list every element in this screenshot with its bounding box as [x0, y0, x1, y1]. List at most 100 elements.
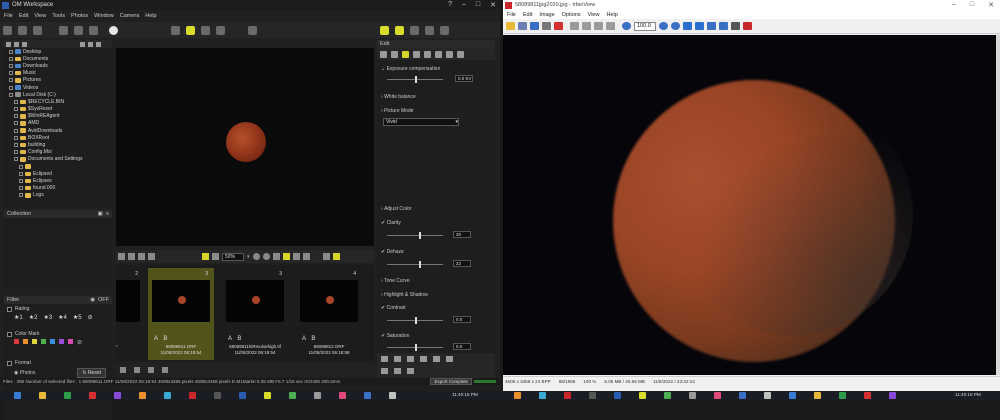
expand-toggle-icon[interactable]	[14, 157, 18, 162]
color-mark-checkbox[interactable]	[7, 331, 12, 337]
zoom-in-icon[interactable]	[659, 22, 668, 30]
image-viewer[interactable]	[116, 48, 374, 246]
rating-checkbox[interactable]	[7, 306, 12, 312]
grid-view-icon[interactable]	[171, 25, 180, 35]
taskbar-app-icon[interactable]	[839, 392, 846, 399]
taskbar-app-icon[interactable]	[239, 392, 246, 399]
expand-toggle-icon[interactable]	[9, 63, 13, 68]
fit-icon[interactable]	[118, 253, 125, 260]
tree-item[interactable]	[4, 163, 112, 170]
expand-toggle-icon[interactable]	[19, 178, 23, 183]
undo-icon[interactable]	[381, 356, 388, 362]
stop-icon[interactable]	[248, 25, 257, 35]
tree-item[interactable]: Documents	[4, 55, 112, 62]
add-collection-icon[interactable]: ▣	[98, 211, 103, 217]
taskbar-app-icon[interactable]	[589, 392, 596, 399]
help-icon[interactable]: ?	[448, 1, 452, 9]
zoom-out-icon[interactable]	[671, 22, 680, 30]
tree-item[interactable]: Downloads	[4, 62, 112, 69]
thumbnail[interactable]: 2 ...ORF...:55	[116, 268, 144, 360]
pan-icon[interactable]	[272, 253, 280, 260]
taskbar-app-icon[interactable]	[139, 392, 146, 399]
star-filter-icon[interactable]	[380, 50, 387, 58]
detail-tool-icon[interactable]	[446, 50, 453, 58]
previous-icon[interactable]	[683, 22, 692, 30]
thumbnails-grid-icon[interactable]	[719, 22, 728, 30]
adjust-color-section[interactable]: › Adjust Color	[381, 206, 411, 212]
tree-item[interactable]: Music	[4, 70, 112, 77]
irfanview-scrollbar[interactable]	[996, 35, 1000, 375]
taskbar-app-icon[interactable]	[214, 392, 221, 399]
expand-toggle-icon[interactable]	[9, 85, 13, 90]
print-icon[interactable]	[407, 368, 414, 374]
slideshow-icon[interactable]	[518, 22, 527, 30]
exposure-value-field[interactable]: 0.0 EV	[455, 75, 473, 82]
tree-item[interactable]: $WinREAgent	[4, 113, 112, 120]
grid-icon[interactable]	[128, 253, 135, 260]
taskbar-app-icon[interactable]	[64, 392, 71, 399]
tree-item[interactable]: found.000	[4, 185, 112, 192]
taskbar-app-icon[interactable]	[364, 392, 371, 399]
thumbnail[interactable]: 3 A B 58089811.ORF 11/08/2022 06:18:54	[148, 268, 214, 360]
print-icon[interactable]	[542, 22, 551, 30]
dual-view-icon[interactable]	[216, 25, 225, 35]
redo-icon[interactable]	[394, 356, 401, 362]
color-swatch[interactable]	[32, 339, 37, 344]
star-5[interactable]: ★5	[73, 314, 82, 321]
expand-toggle-icon[interactable]	[14, 121, 18, 126]
paste-settings-icon[interactable]	[433, 356, 440, 362]
star-4[interactable]: ★4	[58, 314, 67, 321]
color-swatch[interactable]	[68, 339, 73, 344]
tree-item[interactable]: Logs	[4, 192, 112, 199]
forward-icon[interactable]	[22, 41, 27, 47]
expand-toggle-icon[interactable]	[14, 150, 18, 155]
photos-radio-icon[interactable]: ◉	[14, 370, 18, 376]
picture-mode-section[interactable]: › Picture Mode	[381, 108, 414, 114]
delete-icon[interactable]	[120, 367, 126, 373]
taskbar-app-icon[interactable]	[789, 392, 796, 399]
undo-icon[interactable]	[606, 22, 615, 30]
color-swatch[interactable]	[59, 339, 64, 344]
taskbar-app-icon[interactable]	[39, 392, 46, 399]
tree-item[interactable]: Documents and Settings	[4, 156, 112, 163]
exposure-slider[interactable]	[387, 76, 443, 83]
taskbar-app-icon[interactable]	[814, 392, 821, 399]
taskbar-app-icon[interactable]	[614, 392, 621, 399]
menu-photos[interactable]: Photos	[71, 13, 88, 19]
rotate-right-icon[interactable]	[148, 367, 154, 373]
tone-curve-section[interactable]: › Tone Curve	[381, 278, 410, 284]
tree-item[interactable]: AvidDownloads	[4, 127, 112, 134]
thumbnails-icon[interactable]	[707, 22, 716, 30]
taskbar-app-icon[interactable]	[689, 392, 696, 399]
taskbar-app-icon[interactable]	[664, 392, 671, 399]
preview-icon[interactable]	[457, 50, 464, 58]
expand-toggle-icon[interactable]	[9, 92, 13, 97]
tools-icon[interactable]	[3, 25, 12, 35]
next-icon[interactable]	[695, 22, 704, 30]
dehaze-value-field[interactable]: 22	[453, 260, 471, 267]
crop-tool-icon[interactable]	[391, 50, 398, 58]
expand-toggle-icon[interactable]	[19, 193, 23, 198]
close-icon[interactable]: ✕	[490, 1, 496, 9]
color-swatch[interactable]	[14, 339, 19, 344]
taskbar-app-icon[interactable]	[864, 392, 871, 399]
thumbnail[interactable]: 3 A B 58089811hiRmoisehigh.tif 11/08/2022 0…	[222, 268, 288, 360]
single-view-icon[interactable]	[201, 25, 210, 35]
irf-maximize-icon[interactable]: □	[970, 1, 974, 9]
zoom-in-icon[interactable]	[252, 253, 260, 260]
irf-menu-image[interactable]: Image	[539, 12, 554, 18]
back-icon[interactable]	[14, 41, 19, 47]
compare-icon[interactable]	[89, 25, 98, 35]
favorite-icon[interactable]	[6, 41, 11, 47]
dehaze-slider[interactable]	[387, 261, 443, 268]
taskbar-app-icon[interactable]	[714, 392, 721, 399]
picture-mode-select[interactable]: Vivid ▾	[383, 118, 459, 126]
filter-toggle-icon[interactable]: ◉	[90, 297, 95, 303]
taskbar-app-icon[interactable]	[764, 392, 771, 399]
exposure-section[interactable]: ⌄ Exposure compensation	[381, 66, 440, 72]
cut-icon[interactable]	[570, 22, 579, 30]
clarity-section[interactable]: ✔ Clarity	[381, 220, 401, 226]
maximize-icon[interactable]: □	[476, 1, 480, 9]
filter-icon[interactable]	[395, 25, 404, 35]
taskbar-app-icon[interactable]	[339, 392, 346, 399]
